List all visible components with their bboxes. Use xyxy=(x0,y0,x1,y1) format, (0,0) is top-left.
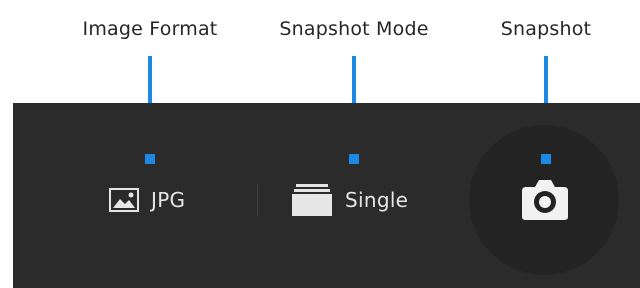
image-icon xyxy=(109,188,139,212)
callout-label-snapshot: Snapshot xyxy=(500,18,592,40)
camera-toolbar: JPG Single xyxy=(13,103,640,288)
callout-label-image-format: Image Format xyxy=(82,18,218,40)
callout-marker-snapshot xyxy=(541,154,551,164)
callout-marker-image-format xyxy=(145,154,155,164)
camera-icon xyxy=(522,180,568,220)
snapshot-button[interactable] xyxy=(469,125,619,275)
callout-label-snapshot-mode: Snapshot Mode xyxy=(279,18,429,40)
callout-marker-snapshot-mode xyxy=(349,154,359,164)
stack-icon xyxy=(292,184,332,216)
image-format-value: JPG xyxy=(151,188,186,212)
toolbar-divider xyxy=(257,184,258,216)
image-format-button[interactable]: JPG xyxy=(109,182,185,218)
snapshot-mode-button[interactable]: Single xyxy=(291,182,408,218)
snapshot-mode-value: Single xyxy=(345,188,409,212)
